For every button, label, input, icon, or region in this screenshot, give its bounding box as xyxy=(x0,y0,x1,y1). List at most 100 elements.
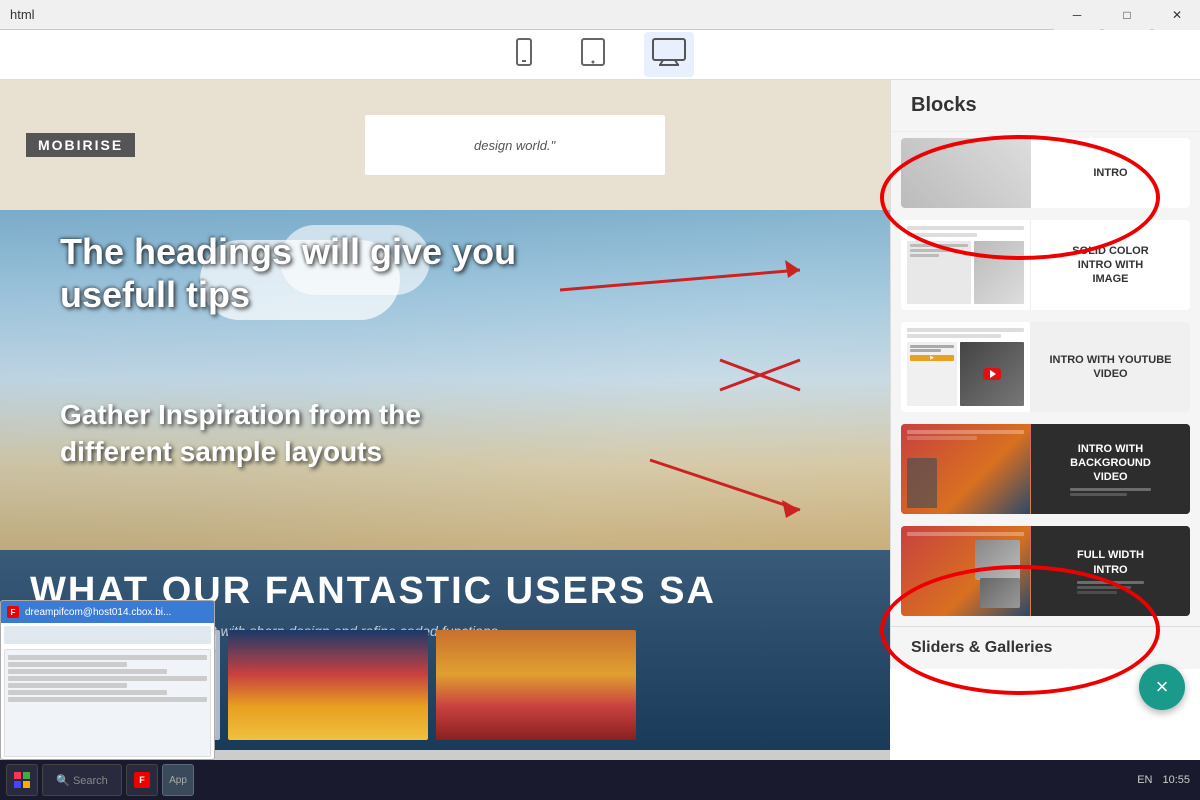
preview-content-area xyxy=(907,241,1024,304)
bgv-bar-1 xyxy=(907,430,1024,434)
fw-desc-1 xyxy=(1077,581,1144,584)
preview-bar-2 xyxy=(907,233,977,237)
taskbar-locale: EN xyxy=(1137,774,1152,786)
mobile-device-button[interactable] xyxy=(506,32,542,77)
partial-label-area: INTRO xyxy=(1031,138,1190,208)
sliders-galleries-title: Sliders & Galleries xyxy=(891,626,1200,669)
chat-row-6 xyxy=(8,690,167,695)
search-label: 🔍 Search xyxy=(56,774,108,787)
fullwidth-label-content: FULL WIDTHINTRO xyxy=(1077,548,1144,594)
taskbar-icon-f: F xyxy=(134,772,150,788)
tablet-device-button[interactable] xyxy=(572,32,614,77)
close-button[interactable]: ✕ xyxy=(1154,0,1200,30)
chat-window-titlebar: F dreampifcom@host014.cbox.bi... xyxy=(1,601,214,623)
canvas-logo: MOBIRISE xyxy=(26,133,135,157)
canvas-top-section: MOBIRISE design world." xyxy=(0,80,890,210)
yt-l1 xyxy=(910,345,954,348)
solid-color-label-area: SOLID COLORINTRO WITHIMAGE xyxy=(1031,220,1190,310)
taskbar-start[interactable] xyxy=(6,764,38,796)
block-card-solid-color[interactable]: SOLID COLORINTRO WITHIMAGE xyxy=(901,220,1190,310)
chat-row-1 xyxy=(8,655,207,660)
bgv-desc-1 xyxy=(1070,488,1151,491)
p-line-3 xyxy=(910,254,939,257)
fw-desc-2 xyxy=(1077,586,1131,589)
taskbar-app-2[interactable]: App xyxy=(162,764,194,796)
chat-row-7 xyxy=(8,697,207,702)
taskbar-app-label: App xyxy=(169,775,187,786)
yt-play-icon xyxy=(983,368,1001,380)
block-card-fullwidth[interactable]: FULL WIDTHINTRO xyxy=(901,526,1190,616)
chat-inner-bar xyxy=(4,626,211,644)
bgvideo-label-area: INTRO WITHBACKGROUNDVIDEO xyxy=(1031,424,1190,514)
yt-video-area xyxy=(960,342,1024,406)
fw-content xyxy=(907,538,1024,610)
partial-label: INTRO xyxy=(1093,167,1127,179)
taskbar-app-1[interactable]: F xyxy=(126,764,158,796)
chat-row-5 xyxy=(8,683,127,688)
taskbar-time: 10:55 xyxy=(1162,774,1190,786)
yt-content: ▶ xyxy=(907,342,1024,406)
p-line-2 xyxy=(910,249,951,252)
chat-window-title: dreampifcom@host014.cbox.bi... xyxy=(25,607,171,618)
title-bar: html ─ □ ✕ xyxy=(0,0,1200,30)
block-card-youtube[interactable]: ▶ INTRO WITH YOUTUBE VIDEO xyxy=(901,322,1190,412)
toolbar xyxy=(0,30,1200,80)
chat-row-2 xyxy=(8,662,127,667)
fullwidth-label-area: FULL WIDTHINTRO xyxy=(1031,526,1190,616)
bgvideo-preview xyxy=(901,424,1031,514)
solid-color-preview xyxy=(901,220,1031,310)
youtube-preview: ▶ xyxy=(901,322,1031,412)
canvas: MOBIRISE design world." The head xyxy=(0,80,890,760)
window-controls: ─ □ ✕ xyxy=(1054,0,1200,30)
bgv-content xyxy=(907,444,1024,508)
partial-preview xyxy=(901,138,1031,208)
sidebar-title: Blocks xyxy=(891,80,1200,132)
fullwidth-label: FULL WIDTHINTRO xyxy=(1077,548,1144,577)
taskbar: 🔍 Search F App EN 10:55 xyxy=(0,760,1200,800)
chat-icon: F xyxy=(7,606,19,618)
chat-row-3 xyxy=(8,669,167,674)
bgvideo-label: INTRO WITHBACKGROUNDVIDEO xyxy=(1070,442,1151,485)
fw-img2 xyxy=(980,578,1020,608)
minimize-button[interactable]: ─ xyxy=(1054,0,1100,30)
yt-bar-1 xyxy=(907,328,1024,332)
bgvideo-label-content: INTRO WITHBACKGROUNDVIDEO xyxy=(1070,442,1151,497)
main-area: MOBIRISE design world." The head xyxy=(0,80,1200,760)
inspiration-tip-text: Gather Inspiration from the different sa… xyxy=(60,397,540,470)
chat-window[interactable]: F dreampifcom@host014.cbox.bi... xyxy=(0,600,215,760)
heading-tip-text: The headings will give you usefull tips xyxy=(60,230,560,316)
canvas-annotation-area: The headings will give you usefull tips … xyxy=(0,210,890,550)
canvas-quote: design world." xyxy=(474,138,555,153)
youtube-label-area: INTRO WITH YOUTUBE VIDEO xyxy=(1031,322,1190,412)
title-text: html xyxy=(10,7,35,22)
fw-img xyxy=(975,540,1020,580)
yt-left-panel: ▶ xyxy=(907,342,957,406)
solid-color-label: SOLID COLORINTRO WITHIMAGE xyxy=(1072,244,1148,287)
preview-bar-1 xyxy=(907,226,1024,230)
fab-button[interactable]: × xyxy=(1139,664,1185,710)
thumb-sunset-2 xyxy=(436,630,636,740)
desktop-device-button[interactable] xyxy=(644,32,694,77)
chat-row-4 xyxy=(8,676,207,681)
taskbar-right: EN 10:55 xyxy=(1137,774,1190,786)
fullwidth-preview xyxy=(901,526,1031,616)
sidebar-wrapper: Blocks INTRO xyxy=(890,80,1200,760)
fab-icon: × xyxy=(1156,674,1169,700)
bgv-desc-2 xyxy=(1070,493,1126,496)
taskbar-search[interactable]: 🔍 Search xyxy=(42,764,122,796)
sidebar: Blocks INTRO xyxy=(890,80,1200,669)
block-card-bg-video[interactable]: INTRO WITHBACKGROUNDVIDEO xyxy=(901,424,1190,514)
bgv-bar-2 xyxy=(907,436,977,440)
yt-play-btn: ▶ xyxy=(910,355,954,361)
preview-right-img xyxy=(974,241,1024,304)
preview-left xyxy=(907,241,971,304)
chat-inner-content xyxy=(4,649,211,757)
yt-triangle xyxy=(990,370,996,378)
p-line-1 xyxy=(910,244,968,247)
yt-bar-2 xyxy=(907,334,1001,338)
block-card-partial[interactable]: INTRO xyxy=(901,138,1190,208)
youtube-label: INTRO WITH YOUTUBE VIDEO xyxy=(1039,353,1182,382)
maximize-button[interactable]: □ xyxy=(1104,0,1150,30)
yt-l2 xyxy=(910,349,941,352)
chat-window-content xyxy=(1,623,214,759)
